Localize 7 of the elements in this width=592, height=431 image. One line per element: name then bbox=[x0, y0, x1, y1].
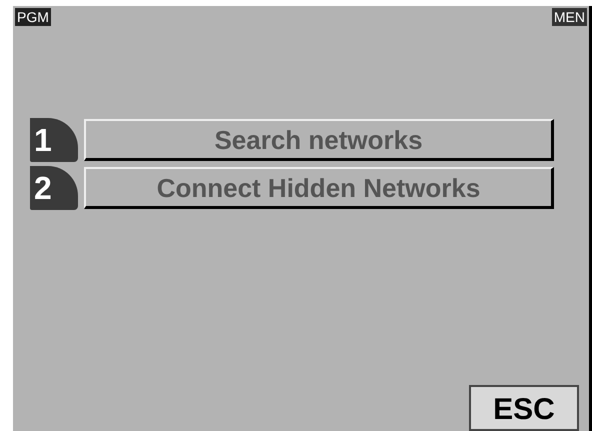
program-label: PGM bbox=[15, 8, 51, 26]
escape-button[interactable]: ESC bbox=[469, 385, 579, 431]
menu-button[interactable]: Search networks bbox=[84, 119, 554, 161]
menu-label: MEN bbox=[552, 8, 587, 26]
number-badge: 2 bbox=[30, 166, 78, 210]
menu-button[interactable]: Connect Hidden Networks bbox=[84, 167, 554, 209]
number-badge: 1 bbox=[30, 118, 78, 162]
